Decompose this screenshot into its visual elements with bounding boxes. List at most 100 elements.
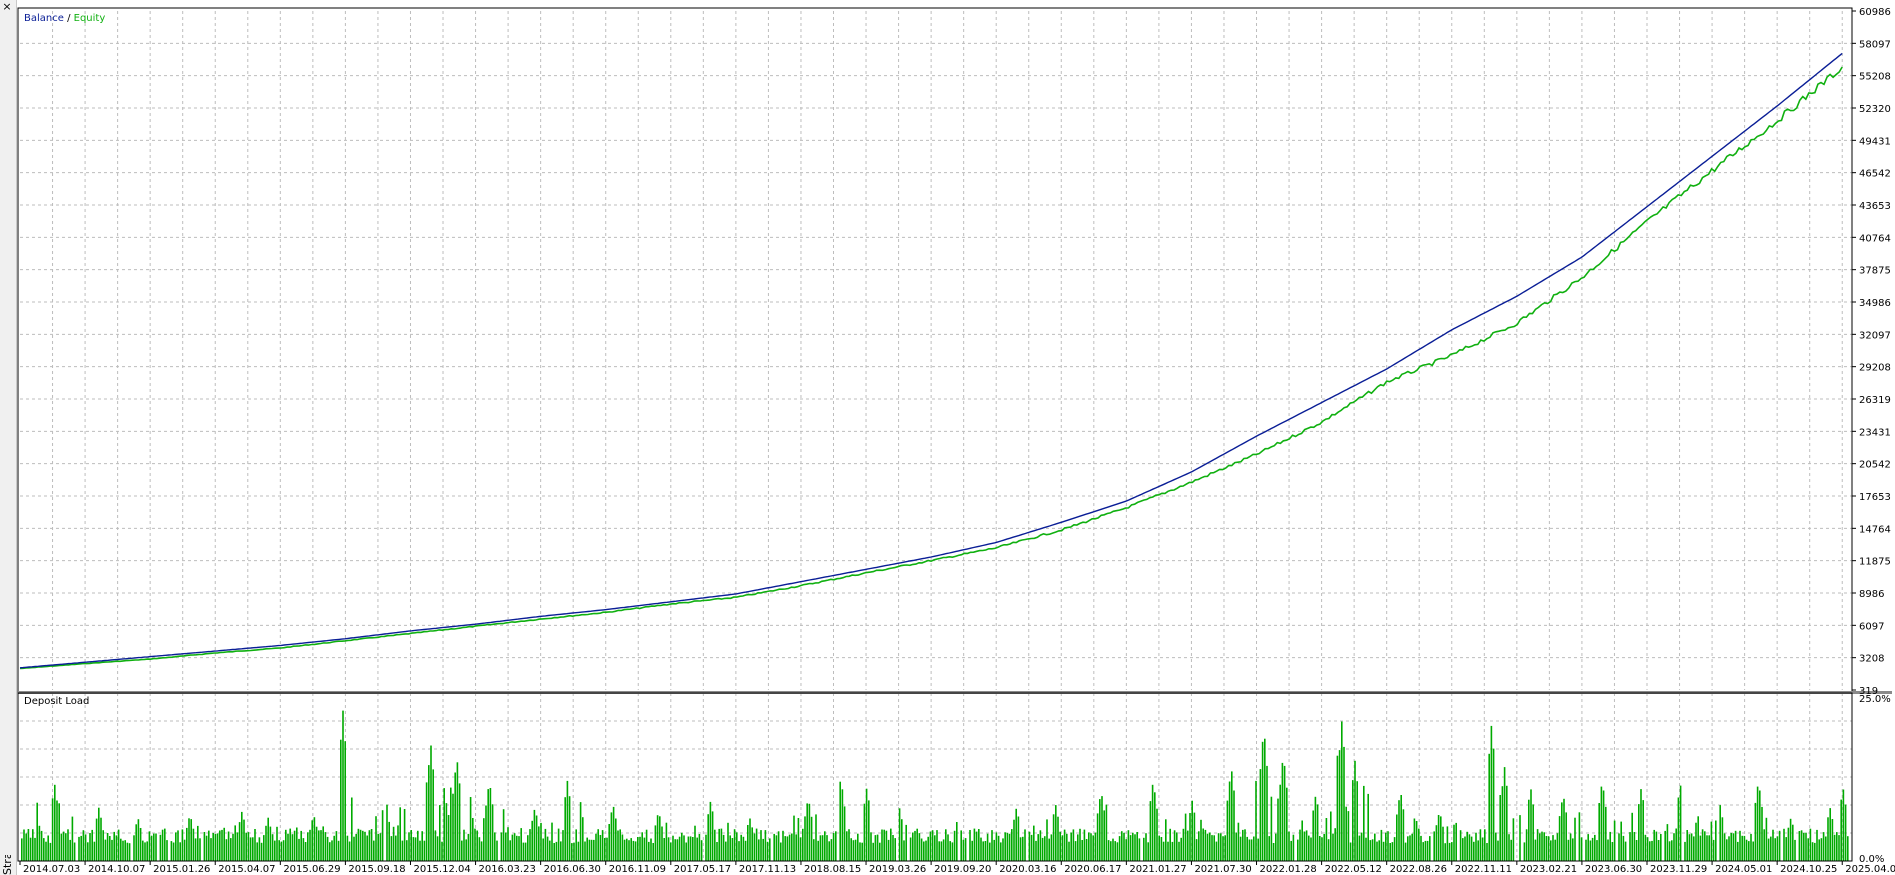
deposit-load-bar xyxy=(1558,816,1561,861)
deposit-load-bar xyxy=(1580,837,1583,861)
deposit-load-bar xyxy=(1833,834,1836,861)
deposit-load-bar xyxy=(1440,816,1442,861)
deposit-load-bar xyxy=(500,832,503,861)
deposit-load-bar xyxy=(1279,784,1281,861)
deposit-load-bar xyxy=(58,803,60,861)
deposit-load-bar xyxy=(285,829,287,861)
deposit-load-bar xyxy=(841,789,844,861)
deposit-load-bar xyxy=(885,830,888,861)
deposit-load-bar xyxy=(1369,840,1372,861)
deposit-load-bar xyxy=(249,837,252,861)
deposit-load-bar xyxy=(1453,824,1455,861)
deposit-load-bar xyxy=(799,837,802,861)
deposit-load-bar xyxy=(1189,813,1191,861)
deposit-load-bar xyxy=(1512,818,1515,861)
deposit-load-bar xyxy=(269,826,272,861)
deposit-load-bar xyxy=(1798,831,1801,861)
deposit-load-bar xyxy=(1613,820,1616,861)
deposit-load-bar xyxy=(1686,830,1688,861)
deposit-load-bar xyxy=(1508,834,1510,861)
deposit-load-bar xyxy=(1752,841,1754,861)
x-tick-label: 2022.05.12 xyxy=(1325,864,1382,875)
deposit-load-bar xyxy=(1466,831,1468,861)
x-tick-label: 2016.03.23 xyxy=(479,864,536,875)
deposit-load-bar xyxy=(610,812,613,861)
deposit-load-bar xyxy=(870,832,872,861)
deposit-load-bar xyxy=(1607,839,1609,861)
deposit-load-bar xyxy=(1321,837,1323,861)
deposit-load-bar xyxy=(1587,834,1589,861)
deposit-load-bar xyxy=(1539,833,1541,861)
deposit-load-bar xyxy=(645,829,648,861)
deposit-load-bar xyxy=(49,842,52,861)
deposit-load-bar xyxy=(56,800,58,861)
deposit-load-bar xyxy=(441,841,443,861)
deposit-load-bar xyxy=(804,816,806,861)
deposit-load-bar xyxy=(1237,822,1240,861)
deposit-load-bar xyxy=(73,842,76,861)
deposit-load-bar xyxy=(1660,834,1662,861)
deposit-load-bar xyxy=(1743,835,1746,861)
deposit-load-bar xyxy=(36,802,38,861)
deposit-load-bar xyxy=(370,829,373,861)
deposit-load-bar xyxy=(1451,842,1453,861)
deposit-load-bar xyxy=(634,841,637,861)
deposit-load-bar xyxy=(311,820,313,861)
deposit-load-bar xyxy=(351,797,353,861)
deposit-load-bar xyxy=(203,832,206,861)
deposit-load-bar xyxy=(1066,833,1068,861)
deposit-load-bar xyxy=(1057,816,1059,861)
deposit-load-bar xyxy=(623,839,626,861)
deposit-load-bar xyxy=(104,839,107,861)
deposit-load-bar xyxy=(1039,830,1042,861)
deposit-load-bar xyxy=(984,841,987,861)
deposit-load-bar xyxy=(1266,765,1268,861)
x-tick-label: 2022.01.28 xyxy=(1260,864,1317,875)
deposit-load-bar xyxy=(1543,832,1545,861)
deposit-load-bar xyxy=(276,826,278,861)
deposit-load-bar xyxy=(183,839,186,861)
deposit-load-bar xyxy=(410,830,412,861)
deposit-load-bar xyxy=(359,829,362,861)
deposit-load-bar xyxy=(1794,839,1796,861)
deposit-load-bar xyxy=(1244,829,1246,861)
deposit-load-bar xyxy=(322,826,324,861)
deposit-load-bar xyxy=(747,825,749,861)
y-tick-label: 8986 xyxy=(1859,589,1884,600)
deposit-load-bar xyxy=(1134,834,1136,861)
deposit-load-bar xyxy=(1444,843,1446,861)
y-tick-label: 58097 xyxy=(1859,39,1891,50)
deposit-load-bar xyxy=(1129,835,1132,861)
deposit-load-bar xyxy=(373,840,375,861)
deposit-load-bar xyxy=(1732,833,1735,861)
deposit-load-bar xyxy=(1022,836,1024,861)
legend-balance: Balance xyxy=(24,13,64,24)
deposit-load-bar xyxy=(1015,808,1017,861)
deposit-load-bar xyxy=(518,836,520,861)
deposit-load-bar xyxy=(164,828,166,861)
deposit-load-bar xyxy=(1642,800,1644,861)
deposit-load-bar xyxy=(604,838,606,861)
deposit-load-bar xyxy=(1088,832,1090,861)
deposit-load-bar xyxy=(1737,841,1739,861)
deposit-load-bar xyxy=(120,838,122,861)
deposit-load-bar xyxy=(766,841,769,861)
deposit-load-bar xyxy=(1363,785,1365,861)
deposit-load-bar xyxy=(1668,841,1671,861)
deposit-load-bar xyxy=(773,833,775,861)
deposit-load-bar xyxy=(1666,824,1669,861)
deposit-load-bar xyxy=(1195,839,1198,861)
deposit-load-bar xyxy=(1239,836,1242,861)
deposit-load-bar xyxy=(1037,834,1039,861)
deposit-load-bar xyxy=(1290,840,1292,861)
deposit-load-bar xyxy=(760,830,762,861)
deposit-load-bar xyxy=(1847,836,1849,861)
deposit-load-bar xyxy=(1283,765,1286,861)
deposit-load-bar xyxy=(1250,839,1253,861)
deposit-load-bar xyxy=(1220,833,1222,861)
deposit-load-bar xyxy=(1402,809,1405,861)
deposit-load-bar xyxy=(672,835,674,861)
deposit-load-bar xyxy=(1198,831,1200,861)
deposit-load-bar xyxy=(1525,829,1528,861)
deposit-load-bar xyxy=(230,838,232,861)
